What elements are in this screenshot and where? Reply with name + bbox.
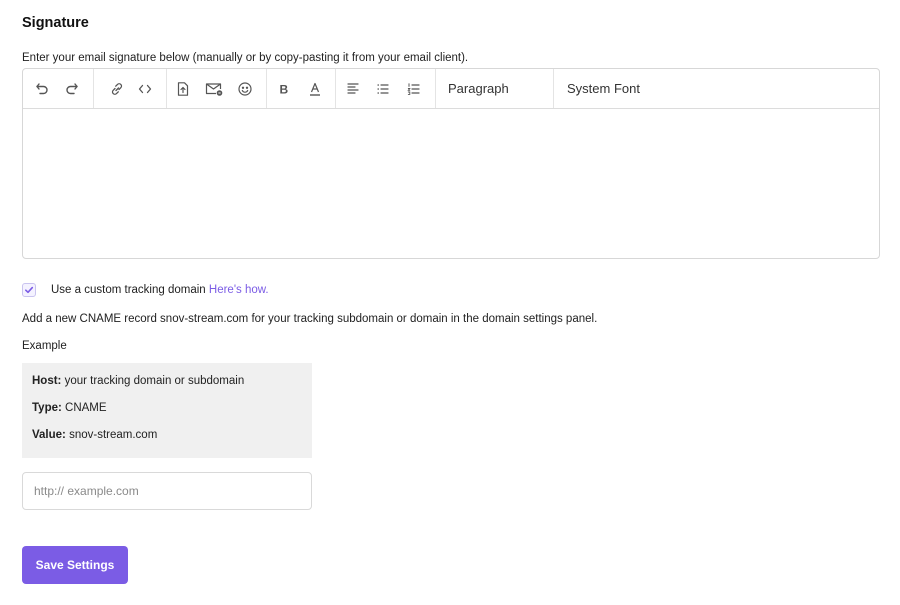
type-value: CNAME	[65, 402, 107, 414]
host-key: Host:	[32, 375, 62, 387]
svg-text:B: B	[280, 83, 289, 97]
redo-icon[interactable]	[62, 79, 82, 99]
cname-instructions: Add a new CNAME record snov-stream.com f…	[22, 313, 598, 325]
save-settings-button[interactable]: Save Settings	[22, 546, 128, 584]
font-select[interactable]: System Font	[567, 81, 640, 96]
custom-tracking-checkbox[interactable]	[22, 283, 36, 297]
example-type: Type: CNAME	[32, 402, 107, 414]
numbered-list-icon[interactable]	[404, 79, 424, 99]
paragraph-select[interactable]: Paragraph	[448, 81, 509, 96]
bold-icon[interactable]: B	[274, 79, 294, 99]
custom-tracking-label: Use a custom tracking domain Here's how.	[51, 284, 269, 296]
value-value: snov-stream.com	[69, 429, 158, 441]
toolbar-divider	[93, 69, 94, 108]
email-template-icon[interactable]	[204, 79, 224, 99]
toolbar-divider	[553, 69, 554, 108]
signature-description: Enter your email signature below (manual…	[22, 52, 469, 64]
undo-icon[interactable]	[32, 79, 52, 99]
signature-editor: B Paragraph System Font	[22, 68, 880, 259]
toolbar-divider	[335, 69, 336, 108]
toolbar-divider	[166, 69, 167, 108]
example-box: Host: your tracking domain or subdomain …	[22, 363, 312, 458]
text-color-icon[interactable]	[305, 79, 325, 99]
checkmark-icon	[25, 286, 34, 294]
signature-title: Signature	[22, 15, 89, 31]
type-key: Type:	[32, 402, 62, 414]
file-upload-icon[interactable]	[173, 79, 193, 99]
example-label: Example	[22, 340, 67, 352]
example-host: Host: your tracking domain or subdomain	[32, 375, 244, 387]
bullet-list-icon[interactable]	[373, 79, 393, 99]
value-key: Value:	[32, 429, 66, 441]
link-icon[interactable]	[107, 79, 127, 99]
toolbar-divider	[266, 69, 267, 108]
emoji-icon[interactable]	[235, 79, 255, 99]
host-value: your tracking domain or subdomain	[64, 375, 245, 387]
align-left-icon[interactable]	[343, 79, 363, 99]
tracking-domain-input[interactable]	[22, 472, 312, 510]
code-icon[interactable]	[135, 79, 155, 99]
toolbar-divider	[435, 69, 436, 108]
signature-text-area[interactable]	[23, 109, 879, 259]
custom-tracking-text: Use a custom tracking domain	[51, 284, 206, 296]
example-value: Value: snov-stream.com	[32, 429, 157, 441]
editor-toolbar: B Paragraph System Font	[23, 69, 879, 109]
heres-how-link[interactable]: Here's how.	[209, 284, 269, 296]
